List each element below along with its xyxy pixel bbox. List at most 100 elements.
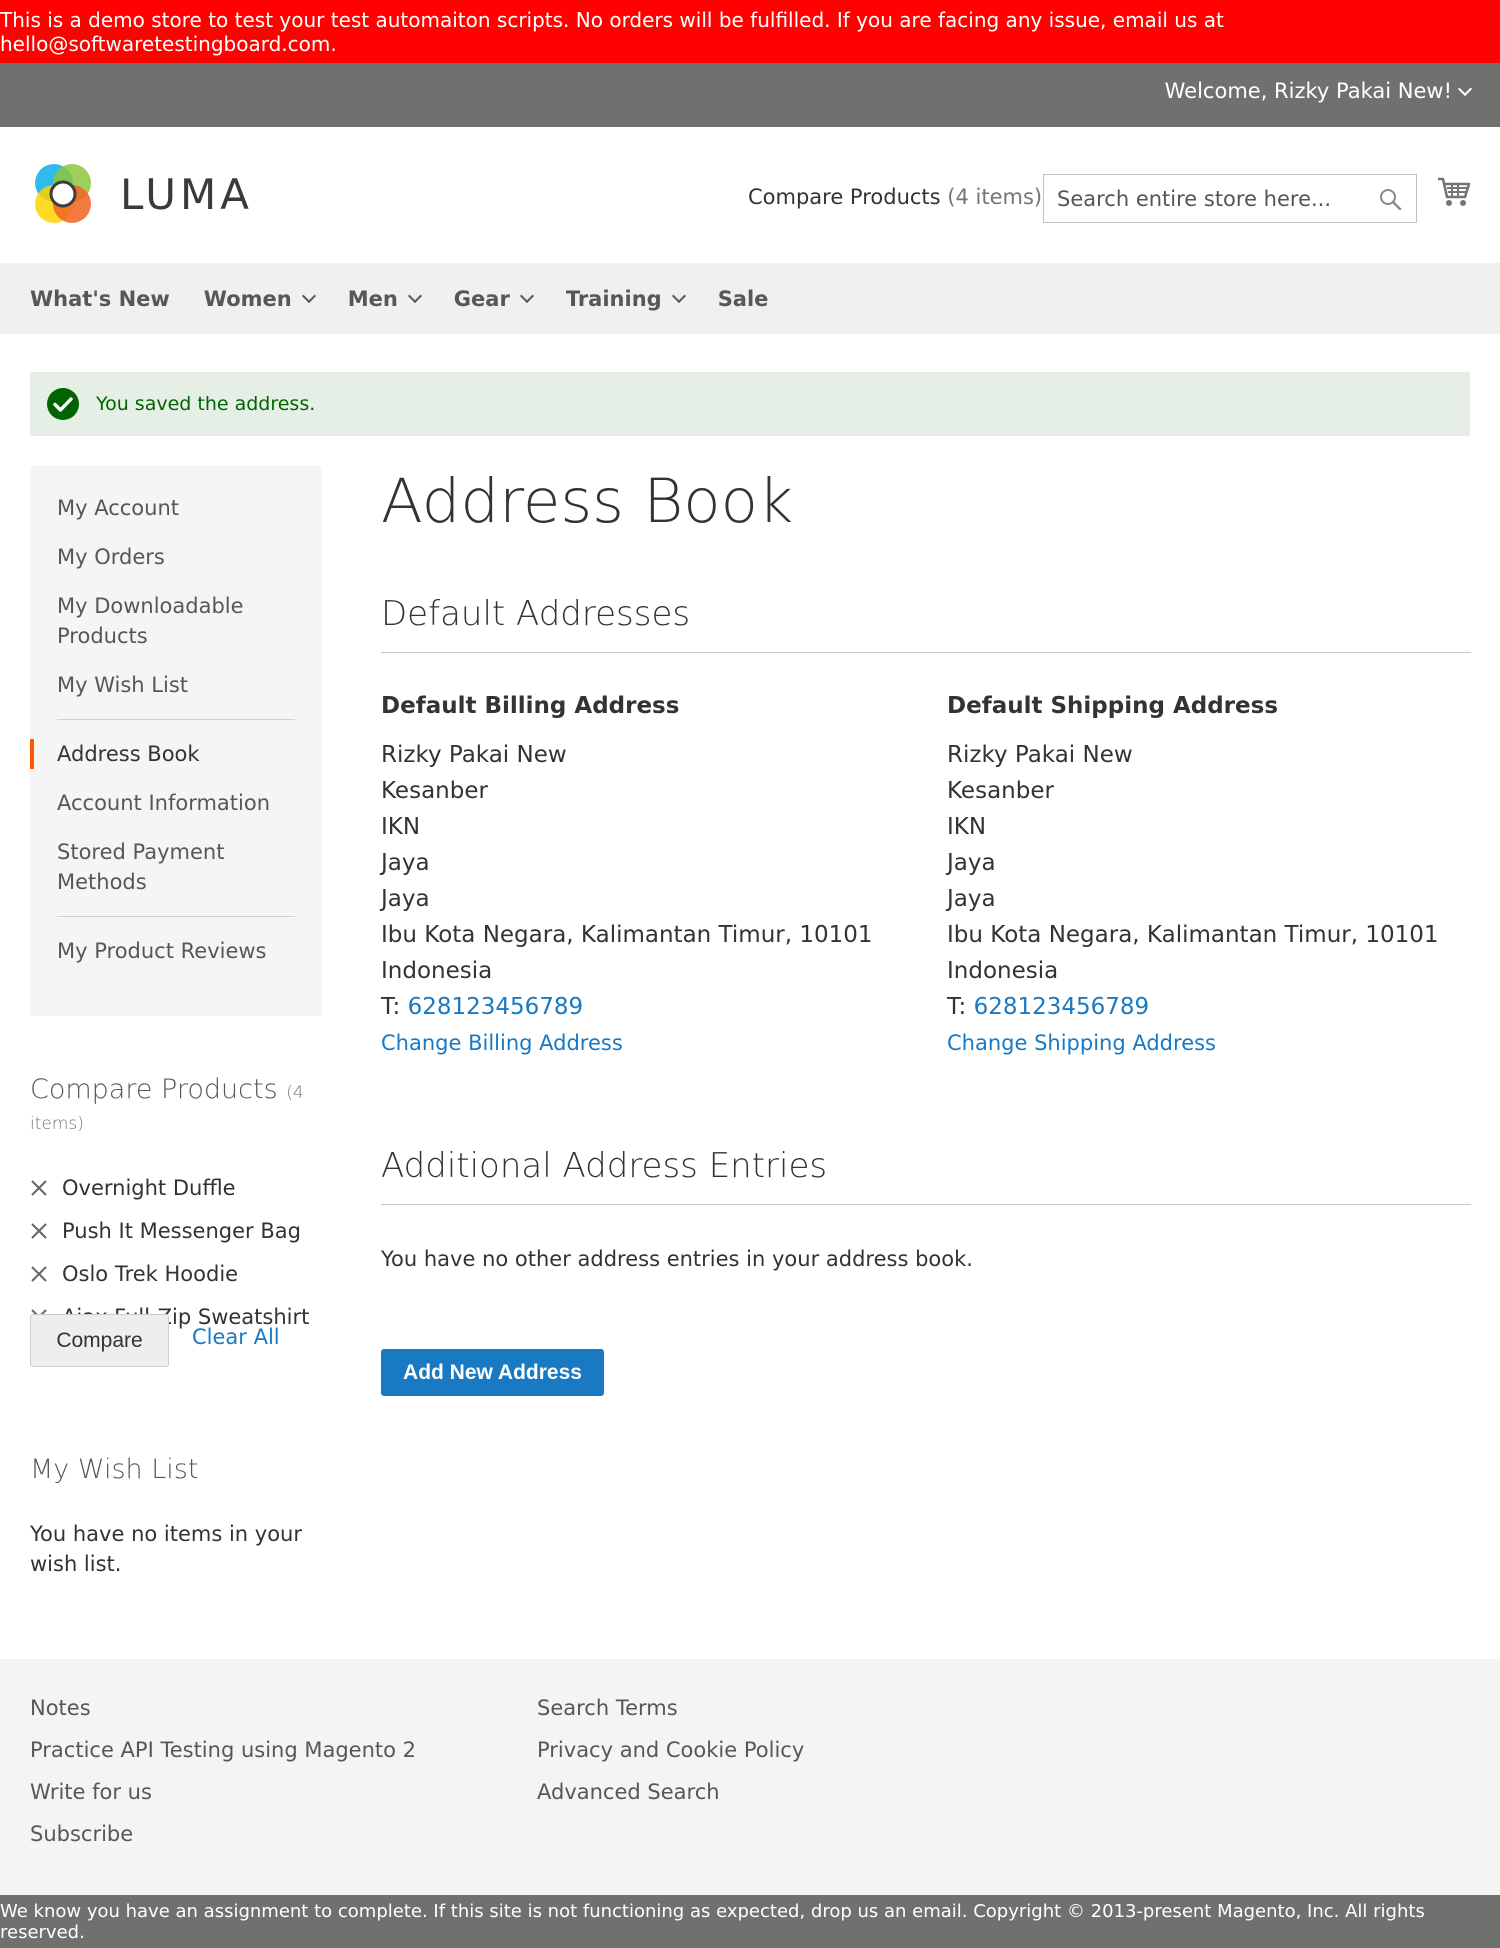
address-line: Indonesia [947,958,1059,984]
wishlist-block-title: My Wish List [30,1454,199,1485]
compare-button[interactable]: Compare [30,1314,169,1367]
chevron-down-icon [671,288,686,304]
check-circle-icon [47,388,79,420]
top-bar: Welcome, Rizky Pakai New! [0,63,1500,127]
nav-item-training[interactable]: Training [566,287,686,311]
footer-link-search-terms[interactable]: Search Terms [537,1687,804,1729]
sidebar-item-address-book: Address Book [30,739,322,769]
footer-link-notes[interactable]: Notes [30,1687,416,1729]
list-item: Oslo Trek Hoodie [30,1252,350,1295]
footer-link-write-for-us[interactable]: Write for us [30,1771,416,1813]
change-shipping-address-link[interactable]: Change Shipping Address [947,1031,1467,1055]
header-compare-link[interactable]: Compare Products (4 items) [748,185,1042,209]
chevron-down-icon [301,288,316,304]
account-sidebar: My Account My Orders My Downloadable Pro… [30,466,322,1016]
logo-text: LUMA [120,169,254,219]
sidebar-divider [57,719,295,720]
address-line: Rizky Pakai New [381,742,567,768]
compare-products-block: Compare Products (4 items) Overnight Duf… [30,1074,350,1384]
phone-line: T: 628123456789 [381,994,584,1020]
search-box [1043,174,1417,223]
sidebar-divider [57,916,295,917]
default-addresses-title: Default Addresses [381,594,1471,653]
address-line: Kesanber [947,778,1054,804]
logo-link[interactable]: LUMA [30,161,253,227]
remove-x-icon[interactable] [30,1222,48,1240]
billing-phone-link[interactable]: 628123456789 [408,994,584,1020]
address-line: Jaya [947,850,996,876]
footer-links-col-1: Notes Practice API Testing using Magento… [30,1687,416,1855]
site-footer: Notes Practice API Testing using Magento… [0,1659,1500,1895]
compare-product-link[interactable]: Overnight Duffle [62,1176,236,1200]
sidebar-item-my-wish-list[interactable]: My Wish List [30,670,322,700]
remove-x-icon[interactable] [30,1265,48,1283]
add-new-address-button[interactable]: Add New Address [381,1349,604,1396]
address-line: IKN [947,814,987,840]
demo-notice-text: This is a demo store to test your test a… [0,7,1224,56]
chevron-down-icon [1457,81,1473,96]
chevron-down-icon [519,288,534,304]
sidebar-item-stored-payment-methods[interactable]: Stored Payment Methods [30,837,322,897]
footer-link-practice-api[interactable]: Practice API Testing using Magento 2 [30,1729,416,1771]
compare-block-title: Compare Products (4 items) [30,1074,304,1134]
copyright-bar: We know you have an assignment to comple… [0,1895,1500,1948]
clear-all-link[interactable]: Clear All [192,1325,280,1349]
welcome-text: Welcome, Rizky Pakai New! [1164,79,1452,103]
sidebar-item-my-product-reviews[interactable]: My Product Reviews [30,936,322,966]
address-line: Ibu Kota Negara, Kalimantan Timur, 10101 [381,922,873,948]
luma-logo-icon [35,164,91,223]
customer-menu-toggle[interactable]: Welcome, Rizky Pakai New! [1164,79,1473,103]
compare-list: Overnight Duffle Push It Messenger Bag O… [30,1166,350,1338]
nav-item-whats-new[interactable]: What's New [30,287,170,311]
search-icon[interactable] [1378,187,1402,211]
shipping-address-title: Default Shipping Address [947,693,1279,719]
site-header: LUMA Compare Products (4 items) [0,127,1500,263]
address-line: Jaya [381,886,430,912]
compare-label: Compare Products [748,185,941,209]
change-billing-address-link[interactable]: Change Billing Address [381,1031,901,1055]
address-line: Kesanber [381,778,488,804]
copyright-text: We know you have an assignment to comple… [0,1900,1425,1943]
additional-addresses-title: Additional Address Entries [381,1146,1471,1205]
footer-links-col-2: Search Terms Privacy and Cookie Policy A… [537,1687,804,1813]
remove-x-icon[interactable] [30,1179,48,1197]
success-message: You saved the address. [30,372,1470,436]
cart-icon[interactable] [1437,176,1471,208]
compare-count: (4 items) [947,185,1043,209]
sidebar-item-my-orders[interactable]: My Orders [30,542,322,572]
demo-notice-banner: This is a demo store to test your test a… [0,0,1500,63]
address-line: Rizky Pakai New [947,742,1133,768]
sidebar-item-account-information[interactable]: Account Information [30,788,322,818]
chevron-down-icon [407,288,422,304]
compare-product-link[interactable]: Oslo Trek Hoodie [62,1262,238,1286]
nav-item-sale[interactable]: Sale [718,287,769,311]
address-line: IKN [381,814,421,840]
main-navigation: What's New Women Men Gear Training Sale [0,263,1500,334]
page-title: Address Book [381,466,794,537]
wishlist-empty-text: You have no items in your wish list. [30,1522,303,1576]
wishlist-block: My Wish List You have no items in your w… [30,1454,350,1579]
shipping-phone-link[interactable]: 628123456789 [974,994,1150,1020]
no-entries-text: You have no other address entries in you… [381,1247,973,1271]
address-line: Ibu Kota Negara, Kalimantan Timur, 10101 [947,922,1439,948]
sidebar-item-my-account[interactable]: My Account [30,493,322,523]
nav-item-women[interactable]: Women [204,287,316,311]
address-line: Jaya [381,850,430,876]
search-input[interactable] [1044,175,1354,222]
footer-link-privacy-policy[interactable]: Privacy and Cookie Policy [537,1729,804,1771]
footer-link-advanced-search[interactable]: Advanced Search [537,1771,804,1813]
nav-item-gear[interactable]: Gear [454,287,534,311]
default-billing-address: Default Billing Address Rizky Pakai New … [381,693,901,1055]
address-line: Jaya [947,886,996,912]
compare-product-link[interactable]: Push It Messenger Bag [62,1219,301,1243]
default-shipping-address: Default Shipping Address Rizky Pakai New… [947,693,1467,1055]
address-line: Indonesia [381,958,493,984]
phone-line: T: 628123456789 [947,994,1150,1020]
list-item: Push It Messenger Bag [30,1209,350,1252]
footer-link-subscribe[interactable]: Subscribe [30,1813,416,1855]
billing-address-title: Default Billing Address [381,693,680,719]
sidebar-item-my-downloadable-products[interactable]: My Downloadable Products [30,591,322,651]
list-item: Overnight Duffle [30,1166,350,1209]
success-text: You saved the address. [96,393,316,415]
nav-item-men[interactable]: Men [348,287,422,311]
